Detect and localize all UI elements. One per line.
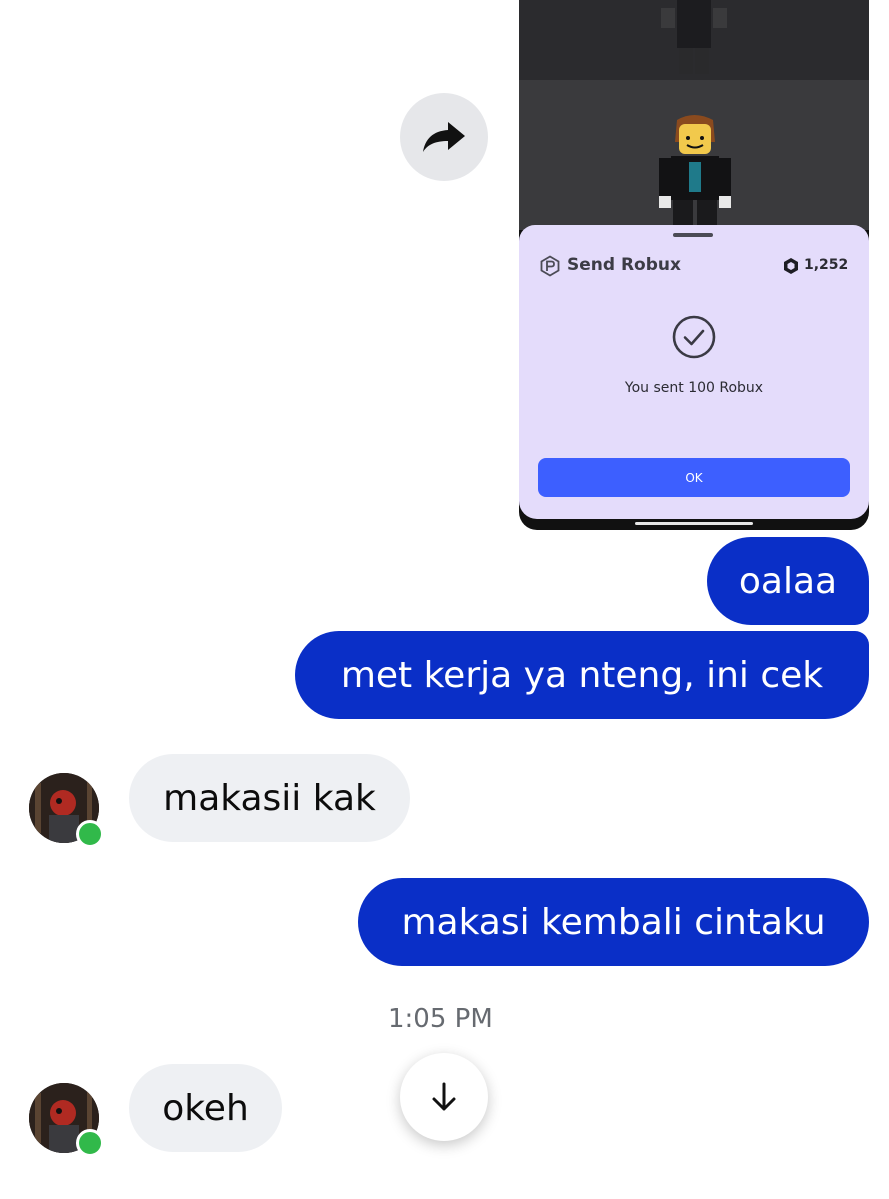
message-bubble-outgoing[interactable]: oalaa: [707, 537, 869, 625]
home-indicator: [635, 522, 753, 525]
arrow-down-icon: [432, 1082, 456, 1111]
online-status-indicator: [76, 1129, 104, 1157]
sheet-title: Send Robux: [567, 255, 681, 275]
roblox-avatar-figure: [659, 115, 731, 230]
send-robux-sheet: Send Robux 1,252 You sent 100 Robux OK: [519, 225, 869, 519]
message-bubble-outgoing[interactable]: met kerja ya nteng, ini cek: [295, 631, 869, 719]
message-bubble-incoming[interactable]: makasii kak: [129, 754, 410, 842]
robux-icon: [784, 258, 798, 274]
robux-logo-icon: [540, 255, 560, 277]
message-bubble-outgoing[interactable]: makasi kembali cintaku: [358, 878, 869, 966]
message-bubble-incoming[interactable]: okeh: [129, 1064, 282, 1152]
forward-icon: [423, 122, 465, 152]
scroll-to-bottom-button[interactable]: [400, 1053, 488, 1141]
screenshot-background-mid: [519, 80, 869, 230]
sheet-handle: [673, 233, 713, 237]
shared-screenshot[interactable]: Send Robux 1,252 You sent 100 Robux OK: [519, 0, 869, 530]
screenshot-background-top: [519, 0, 869, 80]
message-timestamp: 1:05 PM: [388, 1004, 493, 1034]
ok-button: OK: [538, 458, 850, 497]
forward-button[interactable]: [400, 93, 488, 181]
check-circle-icon: [672, 315, 716, 359]
roblox-avatar-figure-top: [661, 0, 727, 74]
robux-balance: 1,252: [804, 257, 849, 273]
confirmation-text: You sent 100 Robux: [624, 380, 764, 396]
online-status-indicator: [76, 820, 104, 848]
